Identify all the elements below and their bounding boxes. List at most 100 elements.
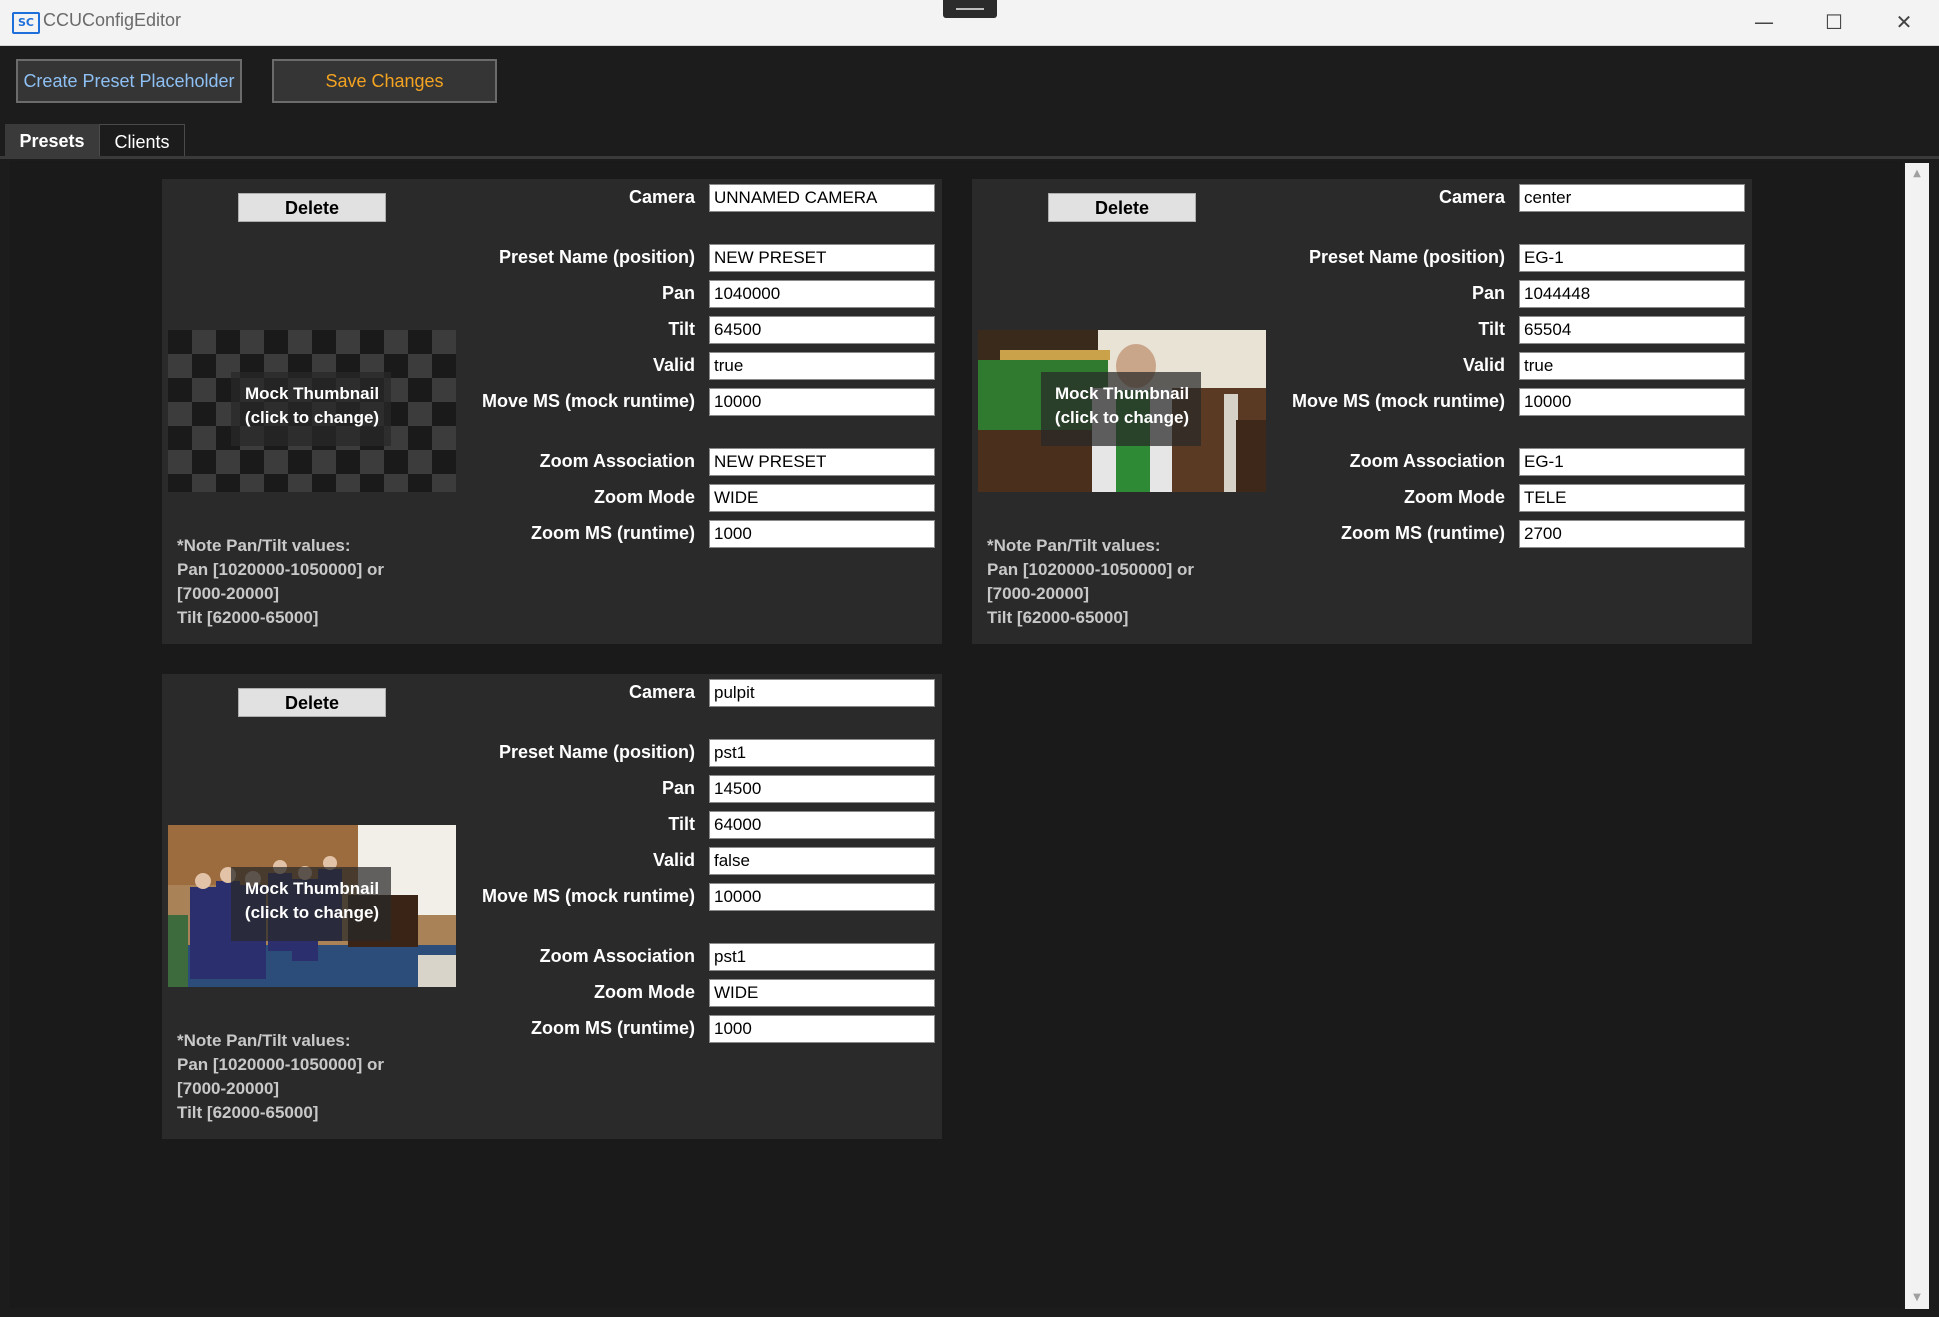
zoom-association-field[interactable]: pst1 bbox=[709, 943, 935, 971]
preset-card: Delete Mock Thumbnail (click to change) … bbox=[972, 179, 1752, 644]
move-ms-label: Move MS (mock runtime) bbox=[1291, 391, 1505, 411]
pan-field[interactable]: 1044448 bbox=[1519, 280, 1745, 308]
valid-field[interactable]: true bbox=[1519, 352, 1745, 380]
zoom-ms-field[interactable]: 2700 bbox=[1519, 520, 1745, 548]
preset-thumbnail[interactable]: Mock Thumbnail (click to change) bbox=[168, 330, 456, 492]
minimize-icon[interactable]: — bbox=[1729, 0, 1799, 45]
preset-name-field[interactable]: NEW PRESET bbox=[709, 244, 935, 272]
camera-field[interactable]: center bbox=[1519, 184, 1745, 212]
zoom-ms-field[interactable]: 1000 bbox=[709, 1015, 935, 1043]
note-line: Pan [1020000-1050000] or bbox=[987, 560, 1194, 579]
preset-thumbnail[interactable]: Mock Thumbnail (click to change) bbox=[978, 330, 1266, 492]
move-ms-label: Move MS (mock runtime) bbox=[481, 886, 695, 906]
note-line: [7000-20000] bbox=[177, 584, 280, 603]
move-ms-field[interactable]: 10000 bbox=[709, 388, 935, 416]
zoom-ms-field[interactable]: 1000 bbox=[709, 520, 935, 548]
move-ms-field[interactable]: 10000 bbox=[1519, 388, 1745, 416]
note-line: Tilt [62000-65000] bbox=[177, 1103, 319, 1122]
preset-thumbnail[interactable]: Mock Thumbnail (click to change) bbox=[168, 825, 456, 987]
zoom-ms-label: Zoom MS (runtime) bbox=[531, 1018, 695, 1038]
valid-field[interactable]: false bbox=[709, 847, 935, 875]
save-changes-button[interactable]: Save Changes bbox=[272, 59, 497, 103]
zoom-ms-label: Zoom MS (runtime) bbox=[531, 523, 695, 543]
pan-tilt-note: *Note Pan/Tilt values: Pan [1020000-1050… bbox=[987, 534, 1227, 630]
zoom-mode-label: Zoom Mode bbox=[1404, 487, 1505, 507]
close-icon[interactable]: ✕ bbox=[1869, 0, 1939, 45]
note-line: Tilt [62000-65000] bbox=[987, 608, 1129, 627]
app-icon: SC bbox=[12, 12, 40, 34]
note-line: Pan [1020000-1050000] or bbox=[177, 1055, 384, 1074]
presets-panel: Delete Mock Thumbnail (click to change) … bbox=[10, 161, 1903, 1308]
title-bar[interactable]: SC CCUConfigEditor — ☐ ✕ bbox=[0, 0, 1939, 46]
thumbnail-caption: Mock Thumbnail (click to change) bbox=[978, 382, 1266, 430]
camera-field[interactable]: pulpit bbox=[709, 679, 935, 707]
thumbnail-caption-line2: (click to change) bbox=[244, 408, 380, 427]
move-ms-label: Move MS (mock runtime) bbox=[481, 391, 695, 411]
zoom-mode-field[interactable]: WIDE bbox=[709, 484, 935, 512]
camera-field[interactable]: UNNAMED CAMERA bbox=[709, 184, 935, 212]
tilt-label: Tilt bbox=[668, 814, 695, 834]
zoom-association-label: Zoom Association bbox=[539, 451, 695, 471]
delete-button[interactable]: Delete bbox=[1048, 193, 1196, 222]
pan-tilt-note: *Note Pan/Tilt values: Pan [1020000-1050… bbox=[177, 1029, 417, 1125]
tilt-field[interactable]: 64000 bbox=[709, 811, 935, 839]
pan-label: Pan bbox=[661, 778, 695, 798]
preset-name-label: Preset Name (position) bbox=[498, 247, 695, 267]
zoom-mode-field[interactable]: WIDE bbox=[709, 979, 935, 1007]
maximize-icon[interactable]: ☐ bbox=[1799, 0, 1869, 45]
thumbnail-caption-line1: Mock Thumbnail bbox=[244, 384, 380, 403]
note-line: [7000-20000] bbox=[177, 1079, 280, 1098]
pan-field[interactable]: 14500 bbox=[709, 775, 935, 803]
zoom-association-field[interactable]: EG-1 bbox=[1519, 448, 1745, 476]
camera-label: Camera bbox=[628, 682, 695, 702]
valid-label: Valid bbox=[652, 355, 695, 375]
camera-label: Camera bbox=[628, 187, 695, 207]
app-window: SC CCUConfigEditor — ☐ ✕ Create Preset P… bbox=[0, 0, 1939, 1317]
window-title: CCUConfigEditor bbox=[43, 10, 182, 30]
pan-field[interactable]: 1040000 bbox=[709, 280, 935, 308]
preset-name-field[interactable]: EG-1 bbox=[1519, 244, 1745, 272]
delete-button[interactable]: Delete bbox=[238, 688, 386, 717]
camera-label: Camera bbox=[1438, 187, 1505, 207]
delete-button[interactable]: Delete bbox=[238, 193, 386, 222]
create-preset-placeholder-button[interactable]: Create Preset Placeholder bbox=[16, 59, 242, 103]
valid-label: Valid bbox=[652, 850, 695, 870]
thumbnail-caption-line1: Mock Thumbnail bbox=[244, 879, 380, 898]
thumbnail-caption-line2: (click to change) bbox=[244, 903, 380, 922]
note-line: *Note Pan/Tilt values: bbox=[177, 536, 351, 555]
valid-field[interactable]: true bbox=[709, 352, 935, 380]
zoom-association-label: Zoom Association bbox=[1349, 451, 1505, 471]
vertical-scrollbar[interactable]: ▲ ▼ bbox=[1905, 163, 1929, 1309]
tab-divider bbox=[0, 156, 1939, 159]
pan-label: Pan bbox=[661, 283, 695, 303]
thumbnail-caption: Mock Thumbnail (click to change) bbox=[168, 877, 456, 925]
zoom-mode-label: Zoom Mode bbox=[594, 982, 695, 1002]
tab-presets[interactable]: Presets bbox=[5, 124, 99, 158]
zoom-association-label: Zoom Association bbox=[539, 946, 695, 966]
note-line: [7000-20000] bbox=[987, 584, 1090, 603]
valid-label: Valid bbox=[1462, 355, 1505, 375]
thumbnail-caption: Mock Thumbnail (click to change) bbox=[168, 382, 456, 430]
pan-tilt-note: *Note Pan/Tilt values: Pan [1020000-1050… bbox=[177, 534, 417, 630]
preset-name-field[interactable]: pst1 bbox=[709, 739, 935, 767]
move-ms-field[interactable]: 10000 bbox=[709, 883, 935, 911]
drag-handle-icon[interactable] bbox=[943, 0, 997, 18]
scroll-down-icon[interactable]: ▼ bbox=[1905, 1287, 1929, 1309]
zoom-mode-label: Zoom Mode bbox=[594, 487, 695, 507]
preset-card: Delete Mock Thumbnail (click to change) … bbox=[162, 179, 942, 644]
preset-name-label: Preset Name (position) bbox=[1308, 247, 1505, 267]
tilt-label: Tilt bbox=[668, 319, 695, 339]
tab-clients[interactable]: Clients bbox=[99, 124, 185, 158]
note-line: *Note Pan/Tilt values: bbox=[177, 1031, 351, 1050]
tilt-field[interactable]: 65504 bbox=[1519, 316, 1745, 344]
scroll-up-icon[interactable]: ▲ bbox=[1905, 163, 1929, 185]
thumbnail-caption-line1: Mock Thumbnail bbox=[1054, 384, 1190, 403]
note-line: *Note Pan/Tilt values: bbox=[987, 536, 1161, 555]
zoom-mode-field[interactable]: TELE bbox=[1519, 484, 1745, 512]
tilt-field[interactable]: 64500 bbox=[709, 316, 935, 344]
note-line: Pan [1020000-1050000] or bbox=[177, 560, 384, 579]
zoom-association-field[interactable]: NEW PRESET bbox=[709, 448, 935, 476]
tilt-label: Tilt bbox=[1478, 319, 1505, 339]
zoom-ms-label: Zoom MS (runtime) bbox=[1341, 523, 1505, 543]
note-line: Tilt [62000-65000] bbox=[177, 608, 319, 627]
